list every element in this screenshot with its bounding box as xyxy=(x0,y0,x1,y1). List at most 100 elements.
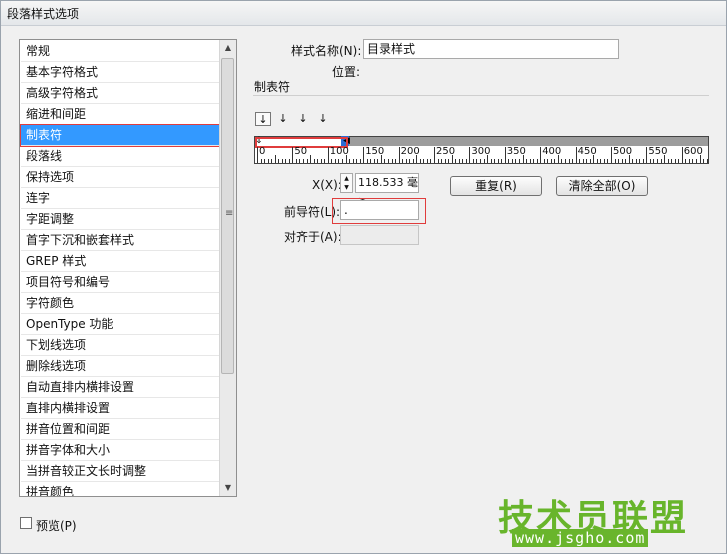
scroll-thumb[interactable]: ≡ xyxy=(221,58,234,374)
ruler-tick xyxy=(494,159,496,163)
ruler-tick xyxy=(589,159,591,163)
ruler-tick xyxy=(327,147,329,163)
ruler-tick xyxy=(402,159,404,163)
category-item[interactable]: 直排内横排设置 xyxy=(21,398,221,419)
x-spinner-icon[interactable]: ▲ ▼ xyxy=(340,173,353,193)
ruler-label: 50 xyxy=(294,146,308,157)
paragraph-style-options-dialog: 段落样式选项 常规 基本字符格式 高级字符格式 缩进和间距 制表符 段落线 保持选项 连字 字距… xyxy=(0,0,727,554)
ruler-tick xyxy=(476,159,478,163)
category-item[interactable]: 段落线 xyxy=(21,146,221,167)
ruler-tick xyxy=(480,159,482,163)
category-item[interactable]: 保持选项 xyxy=(21,167,221,188)
ruler-label: 550 xyxy=(648,146,668,157)
ruler-tick xyxy=(391,159,393,163)
ruler-tick xyxy=(423,159,425,163)
ruler-tick xyxy=(317,159,319,163)
category-item[interactable]: 下划线选项 xyxy=(21,335,221,356)
ruler-tick xyxy=(671,159,673,163)
ruler-label: 450 xyxy=(577,146,597,157)
ruler-tick xyxy=(579,159,581,163)
category-item[interactable]: 基本字符格式 xyxy=(21,62,221,83)
section-divider xyxy=(253,95,709,96)
decimal-tab-icon[interactable]: ↓ xyxy=(315,112,331,126)
ruler-tick xyxy=(448,159,450,163)
ruler-tick xyxy=(288,159,290,163)
ruler-tick xyxy=(678,159,680,163)
category-item[interactable]: 高级字符格式 xyxy=(21,83,221,104)
right-tab-icon[interactable]: ↓ xyxy=(295,112,311,126)
ruler-tick xyxy=(596,159,598,163)
preview-checkbox[interactable] xyxy=(20,517,32,529)
ruler-label: 0 xyxy=(259,146,266,157)
ruler-tick xyxy=(501,159,503,163)
ruler-tick xyxy=(257,147,258,163)
ruler-tick xyxy=(472,159,474,163)
center-tab-icon[interactable]: ↓ xyxy=(275,112,291,126)
category-item[interactable]: 拼音位置和间距 xyxy=(21,419,221,440)
ruler-tick xyxy=(303,159,305,163)
category-item[interactable]: 字符颜色 xyxy=(21,293,221,314)
ruler-tick xyxy=(533,159,535,163)
ruler-tick xyxy=(281,159,283,163)
style-name-input[interactable]: 目录样式 xyxy=(363,39,619,59)
category-item[interactable]: 拼音字体和大小 xyxy=(21,440,221,461)
ruler-tick xyxy=(384,159,386,163)
ruler-tick xyxy=(490,159,492,163)
category-item[interactable]: 连字 xyxy=(21,188,221,209)
category-item[interactable]: 拼音颜色 xyxy=(21,482,221,496)
ruler-tick xyxy=(642,159,644,163)
category-scrollbar[interactable]: ▲ ≡ ▼ xyxy=(219,40,236,496)
ruler-tick xyxy=(444,159,446,163)
category-item[interactable]: GREP 样式 xyxy=(21,251,221,272)
clear-all-button[interactable]: 清除全部(O) xyxy=(556,176,648,196)
ruler-tick xyxy=(264,159,266,163)
category-item[interactable]: 项目符号和编号 xyxy=(21,272,221,293)
ruler-tick xyxy=(564,159,566,163)
category-item[interactable]: OpenType 功能 xyxy=(21,314,221,335)
ruler-tick xyxy=(334,159,336,163)
ruler-tick xyxy=(260,159,262,163)
repeat-button[interactable]: 重复(R) xyxy=(450,176,542,196)
ruler-tick xyxy=(511,159,513,163)
category-item[interactable]: 首字下沉和嵌套样式 xyxy=(21,230,221,251)
ruler-tick xyxy=(430,159,432,163)
ruler-tick xyxy=(338,159,340,163)
ruler-tick xyxy=(271,159,273,163)
ruler-tick xyxy=(543,159,545,163)
ruler-tick xyxy=(331,159,333,163)
ruler-label: 400 xyxy=(542,146,562,157)
title-bar: 段落样式选项 xyxy=(1,1,726,26)
ruler-tick xyxy=(586,159,588,163)
category-item[interactable]: 字距调整 xyxy=(21,209,221,230)
scroll-up-arrow-icon[interactable]: ▲ xyxy=(220,40,236,56)
ruler-tick xyxy=(618,159,620,163)
ruler-tick xyxy=(653,159,655,163)
align-on-label: 对齐于(A): xyxy=(284,230,342,244)
ruler-tick xyxy=(295,159,297,163)
ruler-tick xyxy=(706,159,708,163)
left-tab-icon[interactable]: ↓ xyxy=(255,112,271,126)
category-item[interactable]: 制表符 xyxy=(20,124,222,147)
style-name-label: 样式名称(N): xyxy=(291,44,362,58)
category-list[interactable]: 常规 基本字符格式 高级字符格式 缩进和间距 制表符 段落线 保持选项 连字 字距调整 首字下沉和… xyxy=(19,39,237,497)
ruler-tick xyxy=(568,159,570,163)
category-item[interactable]: 删除线选项 xyxy=(21,356,221,377)
scroll-down-arrow-icon[interactable]: ▼ xyxy=(220,480,236,496)
ruler-tick xyxy=(611,147,612,163)
ruler-tick xyxy=(310,155,312,163)
x-position-input[interactable]: 118.533 毫> xyxy=(355,173,419,207)
ruler-label: 350 xyxy=(506,146,526,157)
ruler-tick xyxy=(469,147,471,163)
ruler-tick xyxy=(462,159,464,163)
ruler-tick xyxy=(412,159,414,163)
tab-ruler[interactable]: ⇕ ◀ 0 50 100 150 200 250 300 350 400 450 500 550 600 xyxy=(254,136,709,164)
category-item[interactable]: 缩进和间距 xyxy=(21,104,221,125)
category-item[interactable]: 自动直排内横排设置 xyxy=(21,377,221,398)
ruler-tick xyxy=(483,159,485,163)
align-on-input[interactable] xyxy=(340,225,419,245)
ruler-tick xyxy=(387,159,389,163)
category-item[interactable]: 常规 xyxy=(21,41,221,62)
category-item[interactable]: 当拼音较正文长时调整 xyxy=(21,461,221,482)
ruler-tick xyxy=(349,159,351,163)
ruler-label: 200 xyxy=(400,146,420,157)
